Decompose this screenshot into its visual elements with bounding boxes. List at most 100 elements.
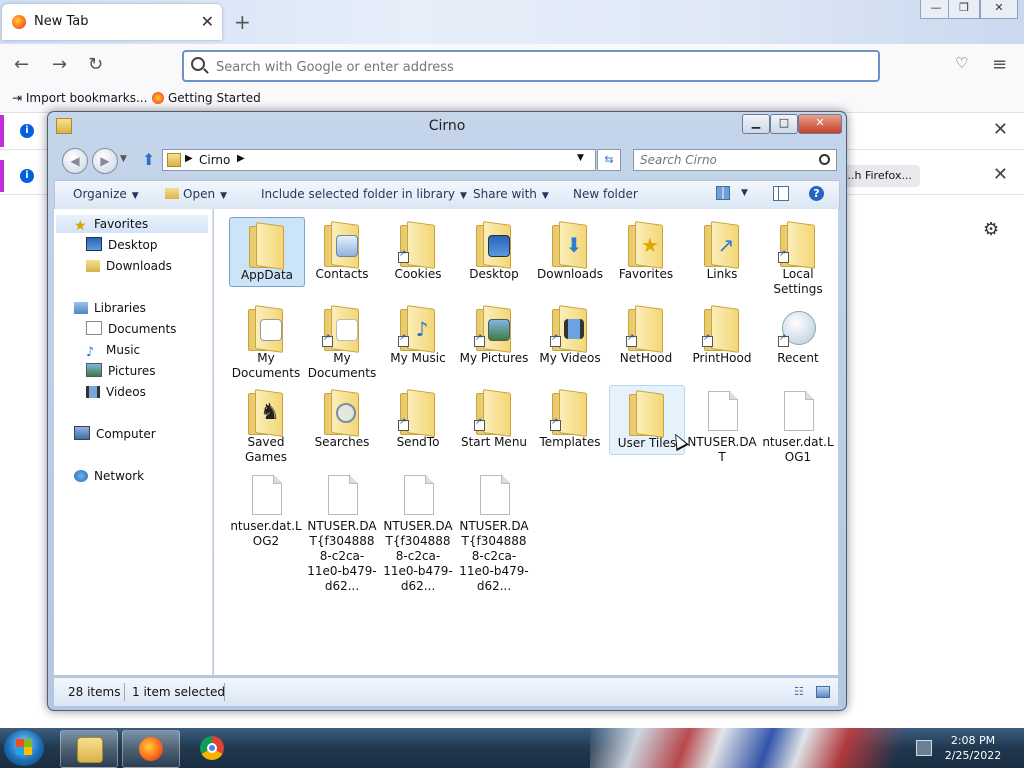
browser-tab-new-tab[interactable]: New Tab ✕ [2, 4, 222, 40]
info-icon: i [20, 124, 34, 138]
file-item-contacts[interactable]: Contacts [305, 217, 379, 285]
help-icon[interactable]: ? [809, 186, 824, 201]
open-button[interactable]: Open ▼ [165, 187, 227, 201]
forward-arrow-icon[interactable]: → [52, 54, 67, 75]
nav-computer[interactable]: Computer [74, 425, 156, 443]
file-item-ntuser-log1[interactable]: ntuser.dat.LOG1 [761, 385, 835, 468]
explorer-close-button[interactable]: ✕ [798, 114, 842, 134]
file-item-appdata[interactable]: AppData [229, 217, 305, 287]
back-arrow-icon[interactable]: ← [14, 54, 29, 75]
breadcrumb-cirno[interactable]: Cirno [199, 153, 230, 167]
menu-icon[interactable]: ≡ [992, 54, 1007, 75]
file-item-my-music[interactable]: ♪ My Music [381, 301, 455, 369]
file-item-ntuser-guid-3[interactable]: NTUSER.DAT{f3048888-c2ca-11e0-b479-d62..… [457, 469, 531, 597]
file-item-printhood[interactable]: PrintHood [685, 301, 759, 369]
file-item-downloads[interactable]: ⬇ Downloads [533, 217, 607, 285]
nav-videos[interactable]: Videos [86, 383, 146, 401]
explorer-search-input[interactable] [638, 152, 812, 168]
explorer-search-box[interactable] [633, 149, 837, 171]
address-input[interactable] [214, 56, 858, 78]
close-window-button[interactable]: ✕ [980, 0, 1018, 19]
libraries-icon [74, 302, 88, 314]
file-item-my-videos[interactable]: My Videos [533, 301, 607, 369]
large-icons-view-icon[interactable] [816, 686, 830, 698]
maximize-button[interactable]: ❐ [948, 0, 980, 19]
breadcrumb-chevron-icon[interactable]: ▶ [185, 153, 193, 164]
forward-button[interactable]: ▶ [92, 148, 118, 174]
file-item-my-pictures[interactable]: My Pictures [457, 301, 531, 369]
bookmark-getting-started[interactable]: Getting Started [152, 91, 261, 105]
search-icon [819, 154, 830, 165]
file-item-ntuser-log2[interactable]: ntuser.dat.LOG2 [229, 469, 303, 552]
organize-button[interactable]: Organize ▼ [73, 187, 139, 201]
file-item-nethood[interactable]: NetHood [609, 301, 683, 369]
change-view-icon[interactable] [716, 186, 730, 200]
notification-action-button[interactable]: ...h Firefox... [836, 165, 920, 187]
open-folder-icon [165, 188, 179, 199]
system-clock[interactable]: 2:08 PM 2/25/2022 [936, 733, 1010, 763]
pocket-icon[interactable]: ♡ [955, 54, 968, 72]
taskbar-explorer[interactable] [60, 730, 118, 768]
new-folder-button[interactable]: New folder [573, 187, 638, 201]
gear-icon[interactable]: ⚙ [983, 219, 999, 240]
nav-network[interactable]: Network [74, 467, 144, 485]
recent-pages-chevron-icon[interactable]: ▼ [120, 154, 127, 164]
taskbar-firefox[interactable] [122, 730, 180, 768]
include-in-library-button[interactable]: Include selected folder in library ▼ [261, 187, 467, 201]
explorer-address-bar[interactable]: ▶ Cirno ▶ ▼ [162, 149, 596, 171]
nav-pictures[interactable]: Pictures [86, 362, 156, 380]
nav-desktop[interactable]: Desktop [86, 236, 158, 254]
file-item-sendto[interactable]: SendTo [381, 385, 455, 453]
file-item-local-settings[interactable]: Local Settings [761, 217, 835, 300]
shortcut-folder-icon [550, 389, 590, 437]
new-tab-plus-icon[interactable]: + [234, 10, 251, 34]
nav-favorites-label: Favorites [94, 217, 149, 231]
start-button[interactable] [4, 730, 44, 766]
details-view-icon[interactable]: ☷ [794, 685, 804, 698]
close-notification-icon[interactable]: ✕ [993, 164, 1008, 185]
file-item-cookies[interactable]: Cookies [381, 217, 455, 285]
close-tab-icon[interactable]: ✕ [201, 12, 214, 31]
searches-folder-icon [322, 389, 362, 437]
explorer-maximize-button[interactable]: □ [770, 114, 798, 134]
share-with-button[interactable]: Share with ▼ [473, 187, 549, 201]
file-item-desktop[interactable]: Desktop [457, 217, 531, 285]
back-button[interactable]: ◀ [62, 148, 88, 174]
file-item-recent[interactable]: Recent [761, 301, 835, 369]
file-item-my-documents-shortcut[interactable]: My Documents [305, 301, 379, 384]
nav-documents[interactable]: Documents [86, 320, 176, 338]
preview-pane-icon[interactable] [773, 186, 789, 201]
network-tray-icon[interactable] [916, 740, 932, 756]
file-item-my-documents[interactable]: My Documents [229, 301, 303, 384]
file-item-start-menu[interactable]: Start Menu [457, 385, 531, 453]
taskbar-chrome[interactable] [184, 730, 240, 766]
nav-music[interactable]: ♪ Music [86, 341, 140, 359]
close-notification-icon[interactable]: ✕ [993, 119, 1008, 140]
navigation-pane: ★ Favorites Desktop Downloads Libraries D… [54, 209, 213, 675]
explorer-minimize-button[interactable]: ▁ [742, 114, 770, 134]
file-item-searches[interactable]: Searches [305, 385, 379, 453]
status-separator [224, 683, 225, 701]
nav-libraries[interactable]: Libraries [74, 299, 146, 317]
nav-favorites[interactable]: ★ Favorites [56, 215, 208, 233]
refresh-button[interactable]: ⇆ [597, 149, 621, 171]
address-bar[interactable] [182, 50, 880, 82]
bookmark-import[interactable]: ⇥ Import bookmarks... [12, 91, 147, 105]
file-item-links[interactable]: ↗ Links [685, 217, 759, 285]
file-label: NTUSER.DAT{f3048888-c2ca-11e0-b479-d62..… [383, 519, 453, 593]
view-dropdown-icon[interactable]: ▼ [741, 188, 748, 198]
breadcrumb-chevron-icon[interactable]: ▶ [237, 153, 245, 164]
file-item-templates[interactable]: Templates [533, 385, 607, 453]
links-folder-icon: ↗ [702, 221, 742, 269]
reload-icon[interactable]: ↻ [88, 54, 103, 75]
file-item-ntuser-guid-2[interactable]: NTUSER.DAT{f3048888-c2ca-11e0-b479-d62..… [381, 469, 455, 597]
file-item-ntuser-guid-1[interactable]: NTUSER.DAT{f3048888-c2ca-11e0-b479-d62..… [305, 469, 379, 597]
up-level-arrow-icon[interactable]: ⬆ [142, 150, 155, 169]
address-dropdown-icon[interactable]: ▼ [577, 153, 584, 163]
file-item-saved-games[interactable]: ♞ Saved Games [229, 385, 303, 468]
videos-folder-icon [550, 305, 590, 353]
file-item-ntuser-dat[interactable]: NTUSER.DAT [685, 385, 759, 468]
nav-downloads[interactable]: Downloads [86, 257, 172, 275]
file-item-favorites[interactable]: ★ Favorites [609, 217, 683, 285]
file-list: AppData Contacts Cookies Desktop ⬇ Downl… [214, 209, 838, 675]
